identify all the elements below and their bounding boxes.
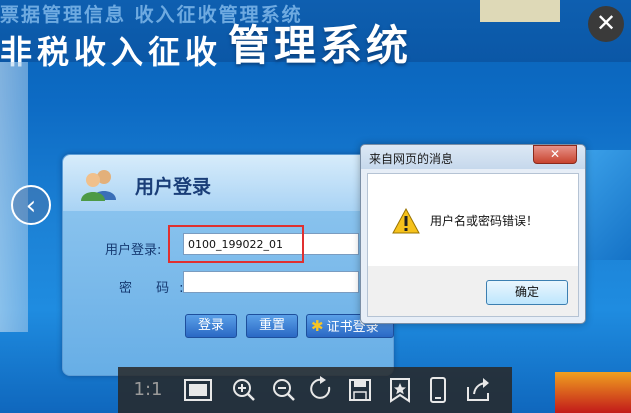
login-panel: 用户登录 用户登录: 0100_199022_01 密 码: 登录 重置 ✱ 证书… — [62, 154, 394, 376]
login-title: 用户登录 — [135, 176, 212, 198]
red-highlight-box — [168, 225, 304, 263]
dialog-body: 用户名或密码错误！ 确定 — [367, 173, 579, 317]
save-icon[interactable] — [342, 367, 378, 413]
password-input[interactable] — [183, 271, 359, 293]
zoom-out-icon[interactable] — [266, 367, 302, 413]
reset-button[interactable]: 重置 — [246, 314, 298, 338]
alert-dialog: 来自网页的消息 ✕ 用户名或密码错误！ 确定 — [360, 144, 586, 324]
right-decoration — [584, 150, 631, 260]
certificate-icon: ✱ — [311, 317, 324, 335]
warning-icon — [392, 208, 420, 234]
system-banner: 票据管理信息 收入征收管理系统 非税收入征收 管理系统 — [0, 0, 631, 71]
bookmark-icon[interactable] — [382, 367, 418, 413]
dialog-message: 用户名或密码错误！ — [430, 214, 539, 228]
dialog-title: 来自网页的消息 — [369, 152, 454, 166]
actual-size-button[interactable]: 1:1 — [128, 367, 168, 413]
username-label: 用户登录: — [105, 243, 162, 258]
previous-image-button[interactable]: ‹ — [11, 185, 51, 225]
share-icon[interactable] — [460, 367, 496, 413]
banner-title: 管理系统 — [228, 21, 413, 70]
banner-main-text: 非税收入征收 — [0, 33, 223, 71]
rotate-icon[interactable] — [304, 367, 340, 413]
users-icon — [81, 170, 116, 201]
viewer-close-button[interactable]: ✕ — [588, 6, 624, 42]
viewer-toolbar: 1:1 — [118, 367, 512, 413]
zoom-in-icon[interactable] — [226, 367, 262, 413]
login-button[interactable]: 登录 — [185, 314, 237, 338]
dialog-titlebar: 来自网页的消息 ✕ — [361, 145, 585, 169]
mobile-icon[interactable] — [420, 367, 456, 413]
fit-screen-icon[interactable] — [180, 367, 216, 413]
login-header: 用户登录 — [63, 155, 393, 211]
bottom-decoration — [555, 372, 631, 413]
dialog-ok-button[interactable]: 确定 — [486, 280, 568, 305]
dialog-close-button[interactable]: ✕ — [533, 145, 577, 164]
banner-decoration — [480, 0, 560, 22]
